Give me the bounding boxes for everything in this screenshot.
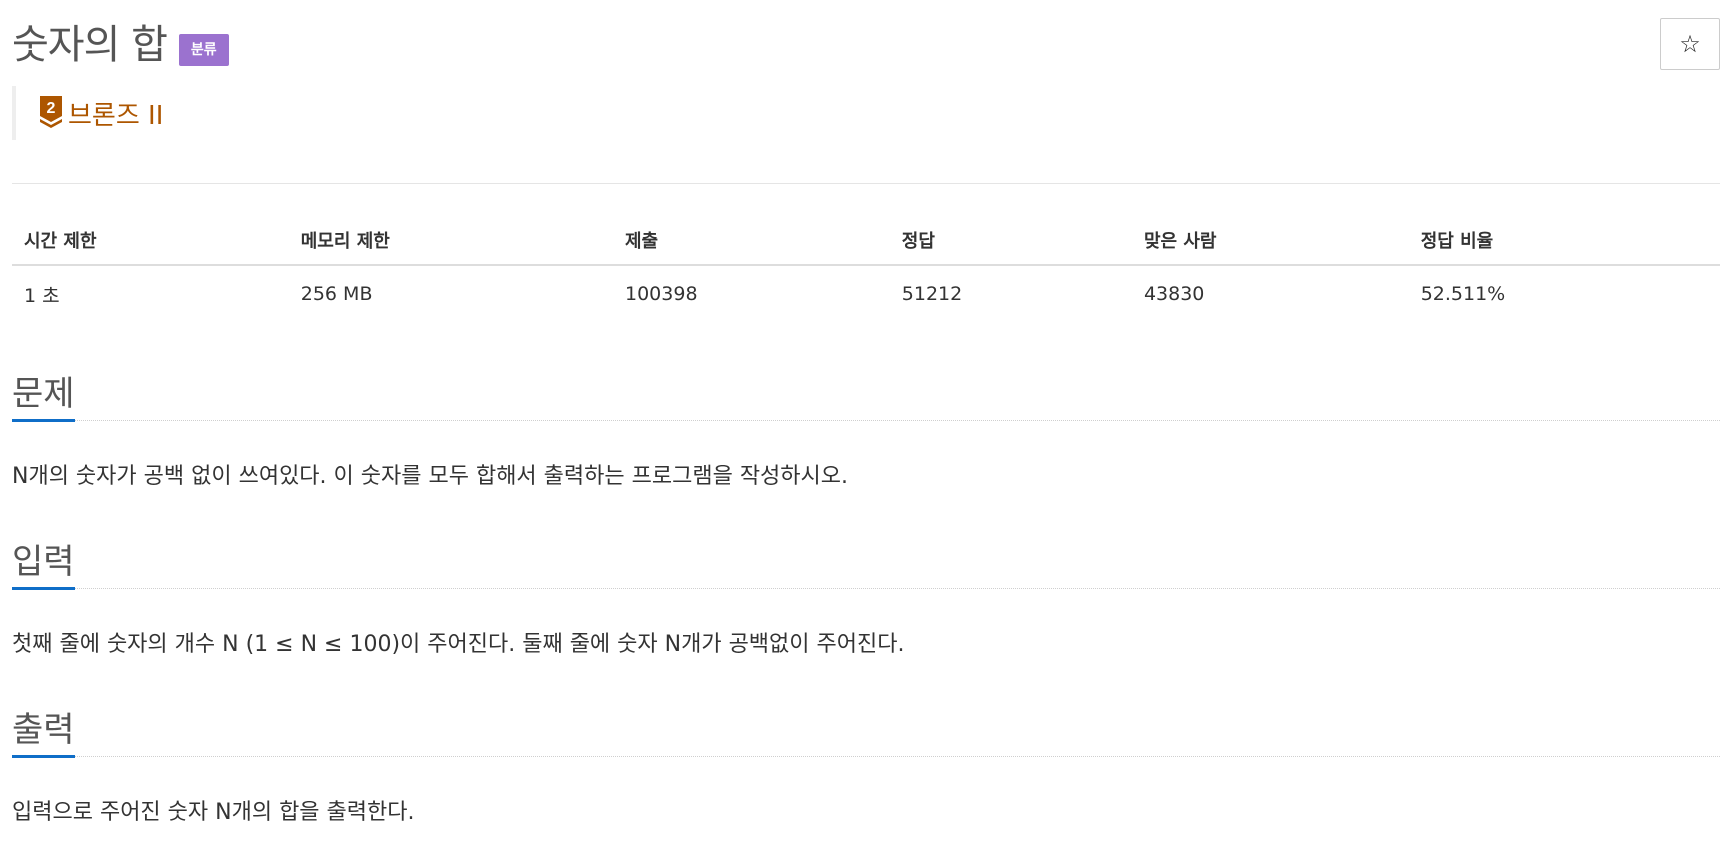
output-section: 출력 입력으로 주어진 숫자 N개의 합을 출력한다.: [12, 702, 1720, 829]
title-row: 숫자의 합 분류: [12, 18, 229, 72]
value-submissions[interactable]: 100398: [613, 265, 890, 322]
section-heading-input: 입력: [12, 537, 75, 590]
tier-label[interactable]: 브론즈 II: [68, 95, 163, 132]
title-divider: [12, 183, 1720, 184]
value-memory-limit: 256 MB: [300, 283, 373, 305]
section-heading-description: 문제: [12, 369, 75, 422]
header-memory-limit: 메모리 제한: [288, 216, 613, 266]
value-time-limit: 1 초: [24, 284, 60, 307]
section-heading-wrap: 출력: [12, 702, 1720, 758]
value-accept-ratio: 52.511%: [1420, 283, 1506, 305]
favorite-star-button[interactable]: ☆: [1660, 18, 1720, 70]
output-text: 입력으로 주어진 숫자 N개의 합을 출력한다.: [12, 800, 415, 825]
value-solved-users[interactable]: 43830: [1132, 265, 1409, 322]
header-accepted: 정답: [889, 216, 1132, 266]
input-section: 입력 첫째 줄에 숫자의 개수 N (1 ≤ N ≤ 100)이 주어진다. 둘…: [12, 534, 1720, 661]
section-heading-output: 출력: [12, 705, 75, 758]
section-heading-wrap: 입력: [12, 534, 1720, 590]
problem-description-section: 문제 N개의 숫자가 공백 없이 쓰여있다. 이 숫자를 모두 합해서 출력하는…: [12, 366, 1720, 493]
tier-block: 2 브론즈 II: [12, 86, 163, 140]
page-title: 숫자의 합: [12, 22, 168, 68]
star-icon: ☆: [1679, 30, 1701, 58]
header-submissions: 제출: [613, 216, 890, 266]
table-header-row: 시간 제한 메모리 제한 제출 정답 맞은 사람 정답 비율: [12, 216, 1720, 266]
bronze-tier-icon: 2: [40, 96, 62, 128]
header-time-limit: 시간 제한: [12, 216, 289, 266]
tier-number: 2: [47, 100, 56, 117]
header-accept-ratio: 정답 비율: [1408, 216, 1720, 266]
input-text: 첫째 줄에 숫자의 개수 N (1 ≤ N ≤ 100)이 주어진다. 둘째 줄…: [12, 632, 905, 657]
header-solved-users: 맞은 사람: [1131, 216, 1409, 266]
problem-info-table: 시간 제한 메모리 제한 제출 정답 맞은 사람 정답 비율 1 초 256 M…: [12, 216, 1720, 322]
value-accepted[interactable]: 51212: [890, 265, 1132, 322]
category-badge[interactable]: 분류: [178, 34, 229, 66]
table-row: 1 초 256 MB 100398 51212 43830 52.511%: [12, 265, 1720, 322]
description-text: N개의 숫자가 공백 없이 쓰여있다. 이 숫자를 모두 합해서 출력하는 프로…: [12, 464, 849, 489]
section-heading-wrap: 문제: [12, 366, 1720, 422]
